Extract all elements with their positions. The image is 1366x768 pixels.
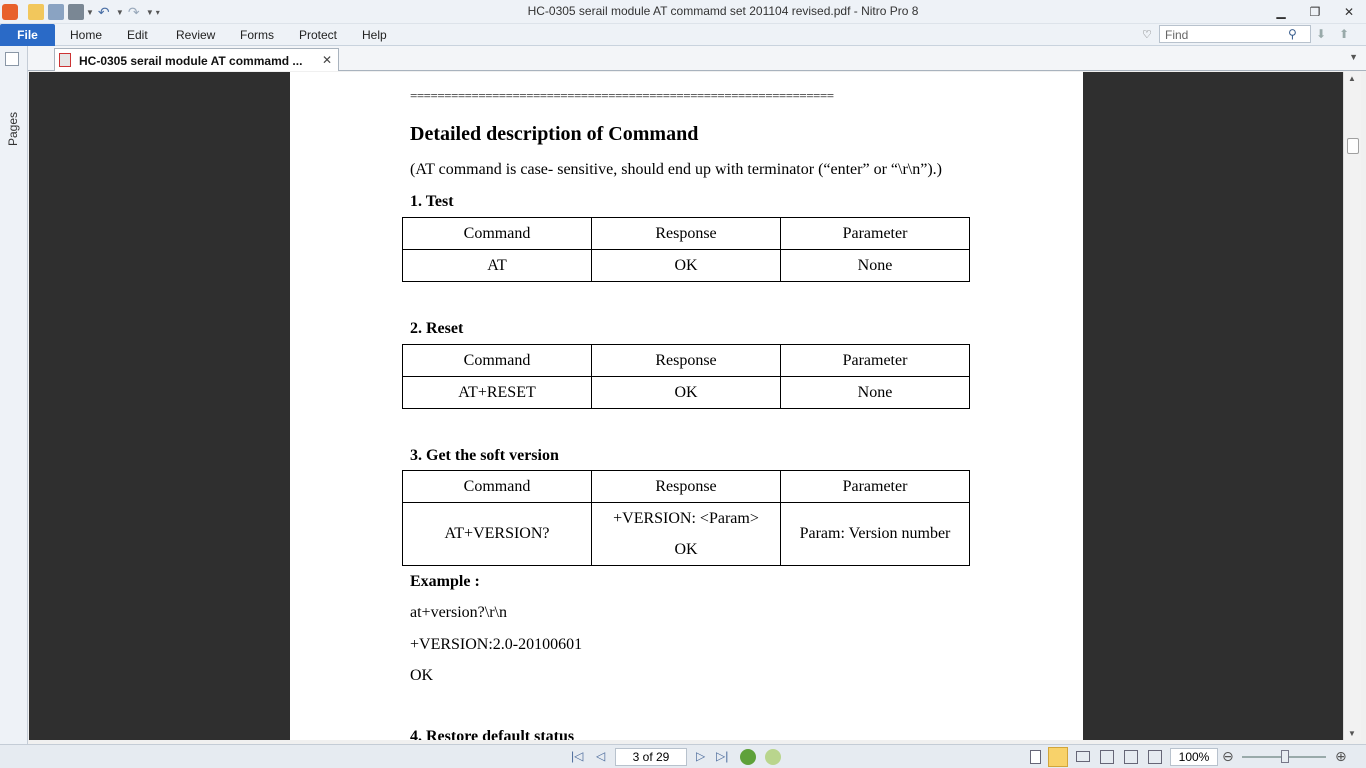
command-table: Command Response Parameter AT OK None xyxy=(402,217,970,282)
page-number-input[interactable]: 3 of 29 xyxy=(615,748,687,766)
section-title: 3. Get the soft version xyxy=(410,447,559,464)
undo-icon[interactable]: ↶ xyxy=(98,4,114,20)
tab-list-icon[interactable]: ▼ xyxy=(1349,52,1358,62)
table-header-response: Response xyxy=(591,217,781,250)
chevron-down-icon[interactable]: ▼ xyxy=(116,8,124,17)
table-cell-command: AT+RESET xyxy=(402,376,592,409)
example-label: Example : xyxy=(410,573,480,590)
document-tab-label: HC-0305 serail module AT commamd ... xyxy=(79,54,303,68)
page-heading: Detailed description of Command xyxy=(410,123,699,145)
table-cell-response: +VERSION: <Param> OK xyxy=(591,502,781,566)
next-page-icon[interactable]: ▷ xyxy=(696,749,705,763)
zoom-out-icon[interactable]: ⊖ xyxy=(1222,748,1234,765)
command-table: Command Response Parameter AT+VERSION? +… xyxy=(402,470,970,566)
close-tab-icon[interactable]: ✕ xyxy=(322,53,332,67)
example-line: at+version?\r\n xyxy=(410,604,507,621)
window-title: HC-0305 serail module AT commamd set 201… xyxy=(527,4,919,18)
section-title: 4. Restore default status xyxy=(410,728,575,740)
table-header-parameter: Parameter xyxy=(780,344,970,377)
example-line: +VERSION:2.0-20100601 xyxy=(410,636,583,653)
response-line: +VERSION: <Param> xyxy=(613,510,759,527)
open-folder-icon[interactable] xyxy=(28,4,44,20)
find-previous-icon[interactable]: ⬆ xyxy=(1339,27,1349,41)
menu-home[interactable]: Home xyxy=(70,28,102,42)
table-cell-response: OK xyxy=(591,249,781,282)
section-title: 2. Reset xyxy=(410,320,464,337)
example-line: OK xyxy=(410,667,434,684)
chevron-down-icon[interactable]: ▼ xyxy=(146,8,154,17)
table-header-command: Command xyxy=(402,217,592,250)
table-cell-command: AT xyxy=(402,249,592,282)
table-header-parameter: Parameter xyxy=(780,217,970,250)
print-icon[interactable] xyxy=(68,4,84,20)
restore-icon[interactable]: ❐ xyxy=(1298,0,1332,24)
fit-width-icon[interactable] xyxy=(1124,750,1138,764)
single-page-icon[interactable] xyxy=(1030,750,1041,764)
response-line: OK xyxy=(674,541,698,558)
nitro-logo-icon xyxy=(2,4,18,20)
document-viewer[interactable]: ========================================… xyxy=(29,72,1343,740)
table-header-response: Response xyxy=(591,470,781,503)
facing-pages-icon[interactable] xyxy=(1076,751,1090,762)
pages-tab[interactable]: Pages xyxy=(6,106,20,146)
back-view-icon[interactable] xyxy=(740,749,756,765)
window-controls: ▁ ❐ ✕ xyxy=(1264,0,1366,24)
scroll-down-icon[interactable]: ▼ xyxy=(1348,729,1356,738)
menu-protect[interactable]: Protect xyxy=(299,28,337,42)
zoom-level[interactable]: 100% xyxy=(1170,748,1218,766)
forward-view-icon[interactable] xyxy=(765,749,781,765)
first-page-icon[interactable]: |◁ xyxy=(571,749,583,763)
vertical-scrollbar[interactable]: ▲ ▼ xyxy=(1343,72,1361,740)
menu-forms[interactable]: Forms xyxy=(240,28,274,42)
previous-page-icon[interactable]: ◁ xyxy=(596,749,605,763)
pdf-page: ========================================… xyxy=(290,72,1083,740)
close-icon[interactable]: ✕ xyxy=(1332,0,1366,24)
minimize-icon[interactable]: ▁ xyxy=(1264,0,1298,24)
separator-rule: ========================================… xyxy=(410,88,834,103)
find-next-icon[interactable]: ⬇ xyxy=(1316,27,1326,41)
search-icon[interactable]: ⚲ xyxy=(1288,27,1297,41)
save-icon[interactable] xyxy=(48,4,64,20)
file-button[interactable]: File xyxy=(0,24,55,46)
table-header-response: Response xyxy=(591,344,781,377)
case-note: (AT command is case- sensitive, should e… xyxy=(410,161,942,178)
title-bar: ▼ ↶ ▼ ↷ ▼ ▾ HC-0305 serail module AT com… xyxy=(0,0,1366,24)
pdf-file-icon xyxy=(59,53,71,67)
table-header-parameter: Parameter xyxy=(780,470,970,503)
table-cell-parameter: None xyxy=(780,376,970,409)
zoom-slider-thumb[interactable] xyxy=(1281,750,1289,763)
table-cell-parameter: None xyxy=(780,249,970,282)
table-cell-parameter: Param: Version number xyxy=(780,502,970,566)
table-header-command: Command xyxy=(402,470,592,503)
zoom-in-icon[interactable]: ⊕ xyxy=(1335,748,1347,765)
section-title: 1. Test xyxy=(410,193,454,210)
continuous-page-icon[interactable] xyxy=(1048,747,1068,767)
document-tab-bar: HC-0305 serail module AT commamd ... ✕ ▼ xyxy=(28,46,1366,71)
redo-icon[interactable]: ↷ xyxy=(128,4,144,20)
command-table: Command Response Parameter AT+RESET OK N… xyxy=(402,344,970,409)
chevron-down-icon[interactable]: ▼ xyxy=(86,8,94,17)
status-bar: |◁ ◁ 3 of 29 ▷ ▷| 100% ⊖ ⊕ xyxy=(0,744,1366,768)
scroll-up-icon[interactable]: ▲ xyxy=(1348,74,1356,83)
find-area: ♡ Find ⚲ ⬇ ⬆ xyxy=(1136,24,1366,46)
table-header-command: Command xyxy=(402,344,592,377)
menu-edit[interactable]: Edit xyxy=(127,28,148,42)
actual-size-icon[interactable] xyxy=(1148,750,1162,764)
menu-review[interactable]: Review xyxy=(176,28,215,42)
menu-help[interactable]: Help xyxy=(362,28,387,42)
quick-access-toolbar: ▼ ↶ ▼ ↷ ▼ ▾ xyxy=(2,2,160,22)
ribbon-collapse-icon[interactable]: ♡ xyxy=(1142,28,1152,41)
pages-panel-icon[interactable] xyxy=(5,52,19,66)
scrollbar-thumb[interactable] xyxy=(1347,138,1359,154)
customize-toolbar-icon[interactable]: ▾ xyxy=(156,8,160,17)
left-panel: Pages xyxy=(0,46,28,744)
table-cell-command: AT+VERSION? xyxy=(402,502,592,566)
fit-page-icon[interactable] xyxy=(1100,750,1114,764)
document-tab[interactable]: HC-0305 serail module AT commamd ... ✕ xyxy=(54,48,339,71)
last-page-icon[interactable]: ▷| xyxy=(716,749,728,763)
table-cell-response: OK xyxy=(591,376,781,409)
